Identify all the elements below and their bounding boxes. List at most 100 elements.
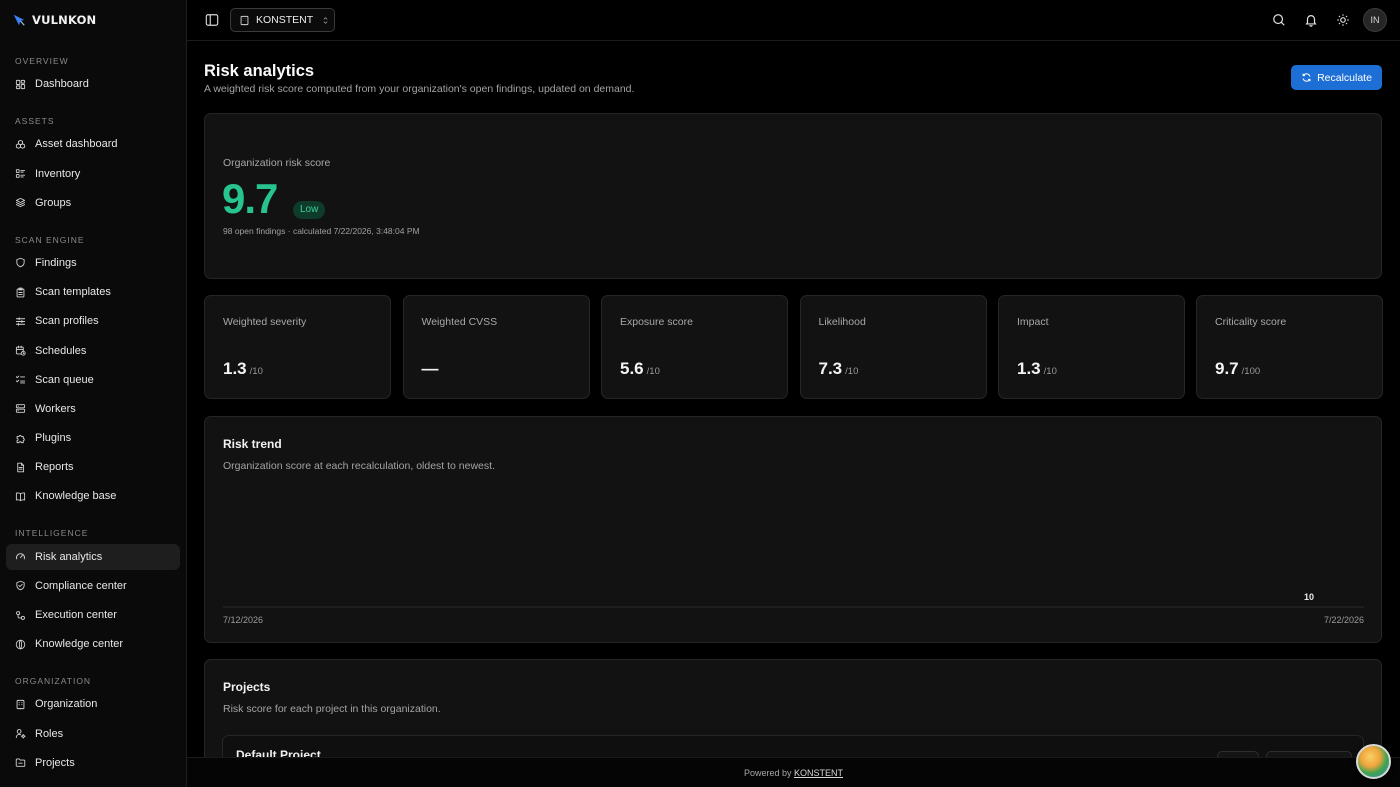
metric-card: Likelihood 7.3 /10: [799, 295, 987, 399]
building-icon: [240, 15, 249, 25]
risk-level-badge: Low: [293, 201, 326, 219]
building-icon: [16, 699, 25, 709]
globe-icon: [15, 639, 26, 649]
org-risk-score-card: Organization risk score 9.7 Low 98 open …: [204, 113, 1382, 279]
sidebar-item-findings[interactable]: Findings: [6, 250, 180, 276]
metric-card: Exposure score 5.6 /10: [601, 295, 788, 399]
metric-unit: /100: [1241, 366, 1261, 377]
user-cog-icon: [15, 729, 26, 739]
sidebar-item-scan-templates[interactable]: Scan templates: [6, 279, 180, 305]
metric-card: Weighted severity 1.3 /10: [204, 295, 391, 399]
trend-x-tick-label: 7/12/2026: [223, 615, 263, 625]
bell-icon[interactable]: [1304, 13, 1318, 27]
sidebar-item-scan-queue[interactable]: Scan queue: [6, 367, 180, 393]
projects-card: Projects Risk score for each project in …: [204, 659, 1382, 757]
sidebar-item-reports[interactable]: Reports: [6, 454, 180, 480]
puzzle-icon: [16, 434, 25, 443]
sidebar-item-workers[interactable]: Workers: [6, 396, 180, 422]
sidebar-item-label: Organization: [35, 698, 98, 711]
metric-unit: /10: [249, 366, 263, 377]
sidebar-item-compliance-center[interactable]: Compliance center: [6, 573, 180, 599]
sidebar-item-label: Groups: [35, 196, 72, 209]
sidebar-item-inventory[interactable]: Inventory: [6, 161, 180, 187]
refresh-icon: [1302, 73, 1311, 82]
brand-logo-icon: [13, 14, 25, 26]
brand[interactable]: VULNKON: [12, 11, 96, 29]
sidebar-item-label: Knowledge base: [35, 490, 117, 503]
layers-icon: [15, 198, 26, 208]
metric-label: Likelihood: [818, 316, 866, 328]
project-row[interactable]: Default Project: [222, 735, 1364, 757]
metric-value-group: 5.6 /10: [620, 359, 660, 379]
footer-link[interactable]: KONSTENT: [794, 768, 843, 778]
sidebar-item-asset-dashboard[interactable]: Asset dashboard: [6, 131, 180, 157]
search-icon[interactable]: [1272, 13, 1286, 27]
sidebar-item-groups[interactable]: Groups: [6, 190, 180, 216]
sidebar-section-label: SCAN ENGINE: [15, 234, 85, 245]
metric-unit: /10: [646, 366, 660, 377]
folder-icon: [15, 758, 26, 767]
sidebar-item-label: Reports: [35, 461, 74, 474]
chevrons-up-down-icon: [323, 16, 328, 24]
sidebar-item-knowledge-base[interactable]: Knowledge base: [6, 483, 180, 509]
metric-value: 7.3: [818, 359, 843, 378]
app-root: VULNKON OVERVIEW Dashboard ASSETS Asset das…: [0, 0, 1400, 787]
score-label: Organization risk score: [223, 157, 331, 169]
recalculate-button[interactable]: Recalculate: [1291, 65, 1382, 90]
book-icon: [15, 492, 26, 502]
sidebar-item-roles[interactable]: Roles: [6, 721, 180, 747]
sidebar-item-label: Schedules: [35, 344, 87, 357]
shield-icon: [16, 258, 25, 268]
project-name: Default Project: [236, 748, 321, 757]
metric-value: —: [421, 359, 439, 378]
avatar[interactable]: IN: [1363, 8, 1387, 32]
workflow-icon: [16, 610, 25, 620]
metric-unit: /10: [845, 366, 859, 377]
trend-data-label: 10: [1304, 592, 1314, 602]
sidebar-item-plugins[interactable]: Plugins: [6, 425, 180, 451]
sidebar-item-dashboard[interactable]: Dashboard: [6, 71, 180, 97]
sidebar-section-label: INTELLIGENCE: [15, 528, 89, 539]
score-meta: 98 open findings · calculated 7/22/2026,…: [223, 226, 420, 236]
sidebar-item-label: Scan profiles: [35, 315, 99, 328]
assistant-avatar-button[interactable]: [1356, 744, 1391, 779]
sidebar-section-label: OVERVIEW: [15, 56, 69, 66]
sidebar-item-label: Projects: [35, 756, 75, 769]
sidebar-item-label: Inventory: [35, 167, 81, 180]
sidebar-item-projects[interactable]: Projects: [6, 750, 180, 776]
sidebar-toggle-icon[interactable]: [205, 13, 219, 27]
page-subtitle: A weighted risk score computed from your…: [204, 83, 635, 95]
sidebar-item-label: Roles: [35, 727, 64, 740]
metric-value-group: 1.3 /10: [1017, 359, 1057, 379]
metric-value: 9.7: [1215, 359, 1239, 378]
sidebar-item-knowledge-center[interactable]: Knowledge center: [6, 631, 180, 657]
sidebar-item-label: Risk analytics: [35, 550, 103, 563]
shield-check-icon: [16, 581, 25, 591]
sliders-icon: [15, 317, 26, 326]
sidebar-item-execution-center[interactable]: Execution center: [6, 602, 180, 628]
server-icon: [15, 404, 26, 414]
org-switcher[interactable]: KONSTENT: [230, 8, 335, 32]
metric-card: Impact 1.3 /10: [998, 295, 1185, 399]
sidebar-item-schedules[interactable]: Schedules: [6, 338, 180, 364]
boxes-icon: [15, 139, 26, 149]
projects-title: Projects: [223, 680, 271, 694]
list-checks-icon: [15, 375, 26, 384]
metric-card: Criticality score 9.7 /100: [1196, 295, 1383, 399]
metric-value: 1.3: [223, 359, 247, 378]
trend-x-tick-label: 7/22/2026: [1324, 615, 1364, 625]
projects-subtitle: Risk score for each project in this orga…: [223, 703, 441, 715]
brand-name: VULNKON: [32, 13, 97, 27]
sidebar-item-risk-analytics[interactable]: Risk analytics: [6, 543, 180, 570]
metric-label: Weighted severity: [223, 316, 307, 328]
sidebar-item-activity[interactable]: Activity: [6, 779, 180, 787]
sidebar-item-scan-profiles[interactable]: Scan profiles: [6, 308, 180, 334]
dashboard-icon: [15, 79, 26, 89]
sidebar-item-organization[interactable]: Organization: [6, 691, 180, 717]
list-icon: [15, 169, 26, 178]
clipboard-icon: [16, 287, 25, 298]
metric-value-group: 9.7 /100: [1215, 359, 1260, 379]
metric-value-group: 7.3 /10: [819, 359, 859, 379]
sun-icon[interactable]: [1336, 13, 1350, 27]
metric-value-group: 1.3 /10: [223, 359, 263, 379]
